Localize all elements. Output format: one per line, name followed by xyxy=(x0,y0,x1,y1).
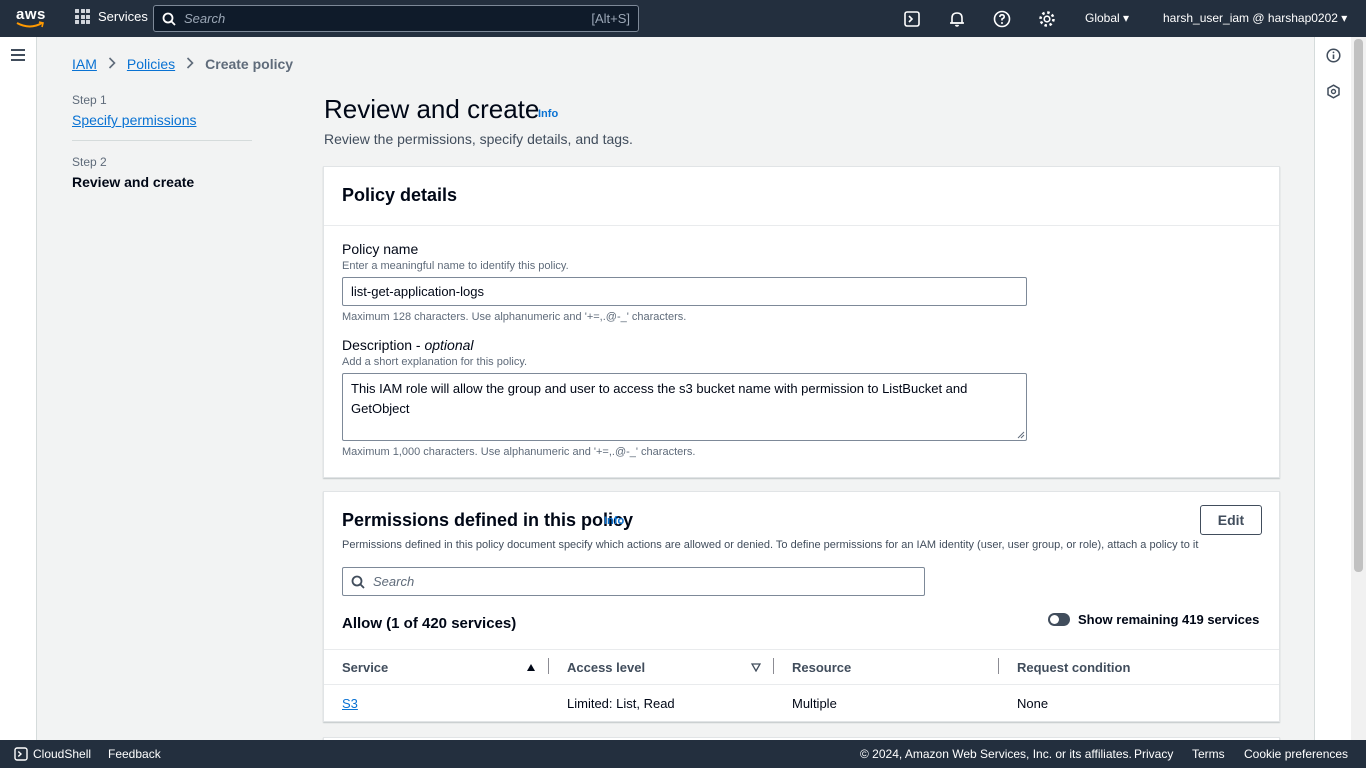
hexagon-tool-icon[interactable] xyxy=(1326,84,1341,99)
resource-cell: Multiple xyxy=(792,696,837,711)
policy-details-title: Policy details xyxy=(342,185,458,205)
chevron-right-icon xyxy=(108,56,116,72)
description-label: Description - optional xyxy=(342,337,474,353)
breadcrumb-current: Create policy xyxy=(205,56,294,72)
permissions-title: Permissions defined in this policy xyxy=(342,510,634,530)
footer-privacy[interactable]: Privacy xyxy=(1134,747,1173,761)
footer-cloudshell[interactable]: CloudShell xyxy=(33,747,91,761)
request-condition-cell: None xyxy=(1017,696,1049,711)
column-divider[interactable] xyxy=(548,658,549,674)
account-menu[interactable]: harsh_user_iam @ harshap0202 ▾ xyxy=(1163,11,1347,25)
column-header-service[interactable]: Service xyxy=(342,660,388,675)
scrollbar-thumb[interactable] xyxy=(1354,39,1363,572)
bell-icon[interactable] xyxy=(947,9,967,29)
services-button[interactable]: Services xyxy=(75,9,148,24)
step-1-number: Step 1 xyxy=(72,93,107,107)
toggle-switch[interactable] xyxy=(1048,613,1070,626)
footer-feedback[interactable]: Feedback xyxy=(108,747,161,761)
toggle-label: Show remaining 419 services xyxy=(1078,612,1260,627)
edit-button[interactable]: Edit xyxy=(1200,505,1262,535)
description-optional: optional xyxy=(424,337,474,353)
breadcrumb-policies[interactable]: Policies xyxy=(127,56,175,72)
gear-icon[interactable] xyxy=(1037,9,1057,29)
region-selector[interactable]: Global ▾ xyxy=(1085,11,1129,25)
global-search[interactable]: [Alt+S] xyxy=(153,5,639,32)
resize-grip-icon[interactable] xyxy=(1017,431,1025,439)
hamburger-menu-icon[interactable] xyxy=(11,49,25,61)
step-divider xyxy=(72,140,252,141)
policy-name-description: Enter a meaningful name to identify this… xyxy=(342,260,569,272)
page-info-link[interactable]: Info xyxy=(538,108,558,120)
left-navigation-rail xyxy=(0,37,37,740)
breadcrumb-iam[interactable]: IAM xyxy=(72,56,97,72)
policy-name-label: Policy name xyxy=(342,241,419,257)
services-label: Services xyxy=(98,9,148,24)
show-remaining-toggle[interactable]: Show remaining 419 services xyxy=(1048,612,1259,627)
global-search-input[interactable] xyxy=(184,11,592,26)
policy-details-container: Policy details Policy name Enter a meani… xyxy=(323,166,1280,478)
help-icon[interactable] xyxy=(992,9,1012,29)
footer-terms[interactable]: Terms xyxy=(1192,747,1225,761)
permissions-search-input[interactable] xyxy=(373,574,916,589)
cloudshell-icon[interactable] xyxy=(902,9,922,29)
description-help: Add a short explanation for this policy. xyxy=(342,356,528,368)
footer: CloudShell Feedback © 2024, Amazon Web S… xyxy=(0,740,1366,768)
column-divider[interactable] xyxy=(998,658,999,674)
cloudshell-icon[interactable] xyxy=(14,747,28,761)
right-tools-rail xyxy=(1314,37,1351,740)
search-icon xyxy=(162,12,176,26)
footer-cookie-preferences[interactable]: Cookie preferences xyxy=(1244,747,1348,761)
service-link-s3[interactable]: S3 xyxy=(342,696,358,711)
policy-name-constraint: Maximum 128 characters. Use alphanumeric… xyxy=(342,311,687,323)
top-navigation: aws Services [Alt+S] Global xyxy=(0,0,1366,37)
aws-logo-text: aws xyxy=(16,6,46,23)
page-scrollbar[interactable] xyxy=(1351,37,1366,740)
allow-services-title: Allow (1 of 420 services) xyxy=(342,615,517,632)
sort-icon[interactable] xyxy=(751,663,761,672)
column-header-request-condition: Request condition xyxy=(1017,660,1131,675)
description-label-text: Description - xyxy=(342,337,425,353)
aws-logo[interactable]: aws xyxy=(16,7,46,31)
permissions-table-header: Service Access level Resource Request co… xyxy=(324,649,1279,685)
permissions-info-link[interactable]: Info xyxy=(604,515,624,527)
footer-copyright: © 2024, Amazon Web Services, Inc. or its… xyxy=(860,747,1132,761)
sort-ascending-icon[interactable] xyxy=(526,663,536,672)
description-textarea[interactable]: This IAM role will allow the group and u… xyxy=(342,373,1027,441)
search-icon xyxy=(351,575,365,589)
policy-details-header: Policy details xyxy=(324,167,1279,226)
column-divider[interactable] xyxy=(773,658,774,674)
step-1-link[interactable]: Specify permissions xyxy=(72,112,252,128)
info-panel-icon[interactable] xyxy=(1326,48,1341,63)
breadcrumb: IAM Policies Create policy xyxy=(72,56,293,72)
page-description: Review the permissions, specify details,… xyxy=(324,131,633,147)
wizard-steps: Step 1 Specify permissions Step 2 Review… xyxy=(72,93,252,190)
access-level-cell: Limited: List, Read xyxy=(567,696,675,711)
column-header-resource: Resource xyxy=(792,660,852,675)
column-header-access-level[interactable]: Access level xyxy=(567,660,645,675)
permissions-search[interactable] xyxy=(342,567,925,596)
step-2-number: Step 2 xyxy=(72,155,107,169)
page-title: Review and create xyxy=(324,94,540,124)
step-2-current: Review and create xyxy=(72,174,195,190)
description-constraint: Maximum 1,000 characters. Use alphanumer… xyxy=(342,446,696,458)
permissions-container: Permissions defined in this policy Info … xyxy=(323,491,1280,722)
search-shortcut: [Alt+S] xyxy=(591,11,630,26)
permissions-description: Permissions defined in this policy docum… xyxy=(342,539,1199,551)
grid-icon xyxy=(75,9,90,24)
chevron-right-icon xyxy=(186,56,194,72)
description-text: This IAM role will allow the group and u… xyxy=(351,381,968,416)
policy-name-input[interactable]: list-get-application-logs xyxy=(342,277,1027,306)
